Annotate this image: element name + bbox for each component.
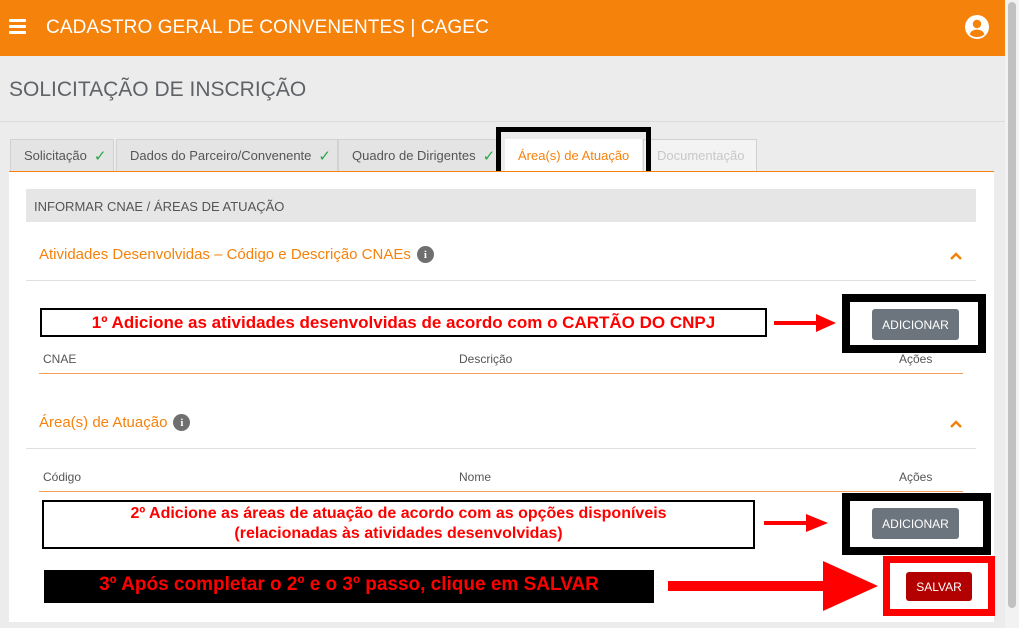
tab-quadro-dirigentes[interactable]: Quadro de Dirigentes ✓ bbox=[338, 139, 498, 171]
save-button[interactable]: SALVAR bbox=[906, 572, 972, 601]
scrollbar-thumb[interactable] bbox=[1008, 2, 1016, 608]
tab-label: Quadro de Dirigentes bbox=[352, 148, 476, 163]
table-header-rule bbox=[39, 373, 963, 374]
divider bbox=[26, 280, 976, 281]
column-header-acoes: Ações bbox=[899, 352, 933, 366]
divider bbox=[0, 121, 1005, 122]
page-title: SOLICITAÇÃO DE INSCRIÇÃO bbox=[9, 78, 307, 101]
tab-label: Documentação bbox=[657, 148, 745, 163]
check-icon: ✓ bbox=[93, 146, 107, 165]
info-icon[interactable]: i bbox=[173, 414, 191, 431]
tab-areas-atuacao[interactable]: Área(s) de Atuação bbox=[505, 139, 642, 171]
tab-label: Dados do Parceiro/Convenente bbox=[130, 148, 312, 163]
areas-title-text: Área(s) de Atuação bbox=[39, 414, 168, 431]
annotation-step-3: 3º Após completar o 2º e o 3º passo, cli… bbox=[44, 570, 654, 603]
add-area-button[interactable]: ADICIONAR bbox=[872, 508, 959, 539]
areas-section-title: Área(s) de Atuação i bbox=[39, 414, 191, 431]
table-header-rule bbox=[39, 491, 963, 492]
hamburger-icon[interactable] bbox=[9, 19, 26, 34]
column-header-nome: Nome bbox=[459, 470, 492, 484]
form-card bbox=[9, 171, 994, 622]
annotation-step-2-line-2: (relacionadas às atividades desenvolvida… bbox=[234, 525, 563, 542]
column-header-descricao: Descrição bbox=[459, 352, 513, 366]
page-scrollbar[interactable] bbox=[1005, 0, 1019, 628]
tab-label: Área(s) de Atuação bbox=[518, 148, 630, 163]
tab-dados-parceiro[interactable]: Dados do Parceiro/Convenente ✓ bbox=[116, 139, 338, 171]
add-cnae-button[interactable]: ADICIONAR bbox=[872, 309, 959, 340]
info-icon[interactable]: i bbox=[416, 246, 434, 263]
check-icon: ✓ bbox=[482, 146, 496, 165]
arrow-right-icon bbox=[774, 314, 836, 332]
tab-label: Solicitação bbox=[24, 148, 87, 163]
tab-documentacao[interactable]: Documentação bbox=[643, 139, 757, 171]
tab-solicitacao[interactable]: Solicitação ✓ bbox=[10, 139, 114, 171]
top-bar: CADASTRO GERAL DE CONVENENTES | CAGEC bbox=[0, 0, 1005, 56]
annotation-step-2: 2º Adicione as áreas de atuação de acord… bbox=[42, 500, 755, 549]
arrow-right-icon bbox=[764, 514, 828, 532]
divider bbox=[26, 448, 976, 449]
cnae-title-text: Atividades Desenvolvidas – Código e Desc… bbox=[39, 246, 411, 263]
section-header: INFORMAR CNAE / ÁREAS DE ATUAÇÃO bbox=[26, 189, 976, 222]
check-icon: ✓ bbox=[318, 146, 331, 165]
annotation-step-2-line-1: 2º Adicione as áreas de atuação de acord… bbox=[130, 505, 667, 522]
annotation-step-1: 1º Adicione as atividades desenvolvidas … bbox=[40, 308, 767, 337]
app-title: CADASTRO GERAL DE CONVENENTES | CAGEC bbox=[46, 17, 489, 38]
user-circle-icon[interactable] bbox=[965, 15, 989, 39]
column-header-cnae: CNAE bbox=[43, 352, 77, 366]
column-header-codigo: Código bbox=[43, 470, 82, 484]
cnae-section-title: Atividades Desenvolvidas – Código e Desc… bbox=[39, 246, 434, 263]
chevron-up-icon[interactable] bbox=[949, 419, 963, 429]
column-header-acoes: Ações bbox=[899, 470, 933, 484]
arrow-right-icon bbox=[668, 561, 878, 611]
chevron-up-icon[interactable] bbox=[949, 251, 963, 261]
